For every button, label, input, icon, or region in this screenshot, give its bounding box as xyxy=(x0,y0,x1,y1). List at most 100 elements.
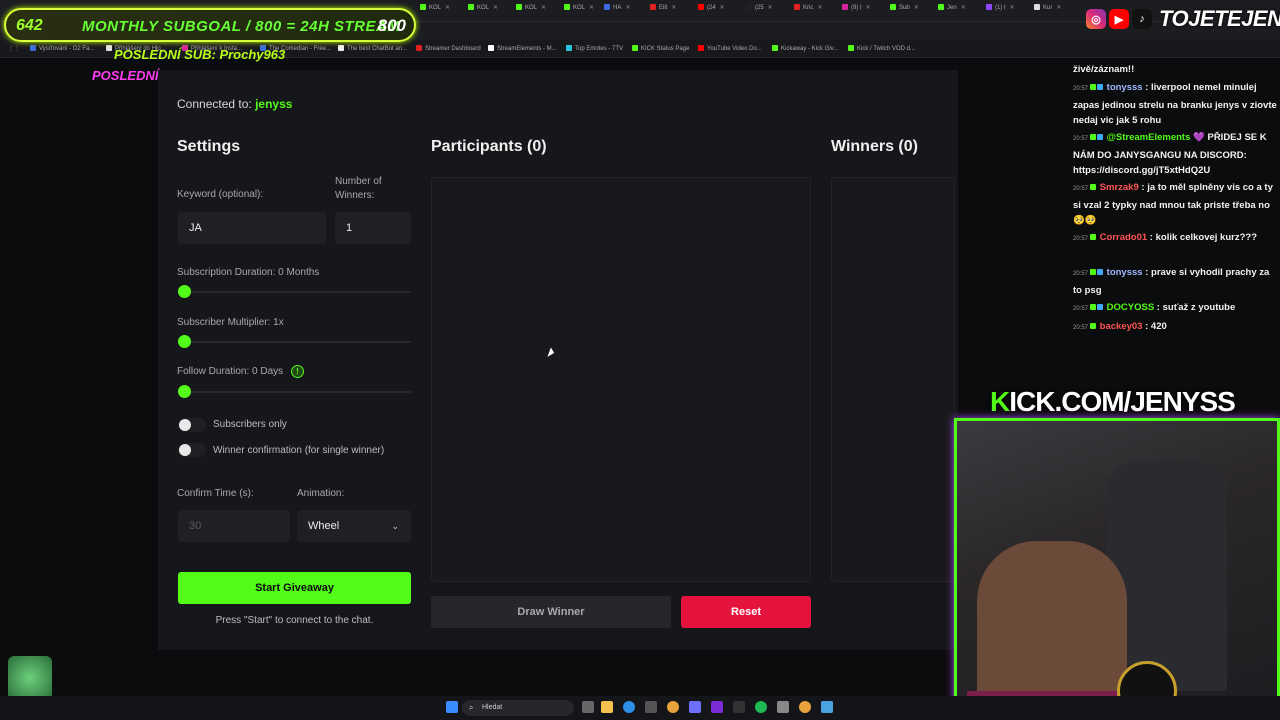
browser-tab-active[interactable]: Kur ✕ xyxy=(1034,4,1061,18)
chat-message: 20:57 Smrzak9 : ja to měl splněny vis co… xyxy=(1073,182,1273,226)
animation-select[interactable]: Wheel ⌄ xyxy=(297,510,411,542)
chat-message: 20:57 tonysss : liverpool nemel minulej … xyxy=(1073,82,1277,126)
kick-url-k: K xyxy=(990,386,1010,417)
chat-username: Corrado01 xyxy=(1099,232,1148,243)
browser-tab[interactable]: (1) I ✕ xyxy=(986,4,1015,18)
browser-tab[interactable]: Jen ✕ xyxy=(938,4,966,18)
desktop-widget-icon[interactable] xyxy=(8,656,52,700)
bookmark-icon xyxy=(30,45,36,51)
taskbar: ⌕ Hledat xyxy=(0,696,1280,720)
app-icon[interactable] xyxy=(689,701,701,713)
taskbar-search[interactable]: ⌕ Hledat xyxy=(462,700,574,716)
subscriber-multiplier-slider[interactable] xyxy=(178,341,411,343)
settings-title: Settings xyxy=(177,138,241,155)
chat-text: liverpool nemel minulej zapas jedinou st… xyxy=(1073,82,1277,126)
task-view-icon[interactable] xyxy=(582,701,594,713)
browser-tab[interactable]: (25 ✕ xyxy=(746,4,773,18)
app-icon[interactable] xyxy=(733,701,745,713)
chevron-down-icon: ⌄ xyxy=(391,521,399,531)
tab-favicon-icon xyxy=(890,4,896,10)
close-icon[interactable]: ✕ xyxy=(541,5,546,11)
slider-handle[interactable] xyxy=(178,385,191,398)
bookmark[interactable]: Streamer Dashboard xyxy=(416,45,481,52)
keyword-input[interactable]: JA xyxy=(178,212,326,244)
chrome-icon[interactable] xyxy=(667,701,679,713)
reset-button[interactable]: Reset xyxy=(681,596,811,628)
bookmark-label: Kickaway - Kick Giv... xyxy=(781,46,839,52)
winner-confirmation-toggle[interactable] xyxy=(178,443,206,457)
close-icon[interactable]: ✕ xyxy=(589,5,594,11)
subscribers-only-toggle[interactable] xyxy=(178,418,206,432)
animation-selected: Wheel xyxy=(308,520,340,532)
bookmark[interactable]: Top Emotes - 7TV xyxy=(566,45,623,52)
browser-tab[interactable]: (24 ✕ xyxy=(698,4,725,18)
sub-badge-icon xyxy=(1097,269,1104,275)
tab-favicon-icon xyxy=(604,4,610,10)
browser-tab[interactable]: (9) I ✕ xyxy=(842,4,871,18)
close-icon[interactable]: ✕ xyxy=(768,5,773,11)
browser-tab[interactable]: KOL ✕ xyxy=(420,4,450,18)
start-icon[interactable] xyxy=(446,701,458,713)
browser-tab[interactable]: Sub ✕ xyxy=(890,4,919,18)
draw-winner-button[interactable]: Draw Winner xyxy=(431,596,671,628)
browser-tab[interactable]: KOL ✕ xyxy=(516,4,546,18)
follow-duration-slider[interactable] xyxy=(178,391,411,393)
close-icon[interactable]: ✕ xyxy=(866,5,871,11)
app-icon[interactable] xyxy=(777,701,789,713)
edge-icon[interactable] xyxy=(623,701,635,713)
close-icon[interactable]: ✕ xyxy=(625,5,630,11)
chat-time: 20:57 xyxy=(1073,236,1089,242)
social-overlay: ◎ ▶ ♪ TOJETEJENYS xyxy=(1086,6,1280,32)
tab-label: KOL xyxy=(429,5,442,11)
browser-tab[interactable]: KOL ✕ xyxy=(564,4,594,18)
close-icon[interactable]: ✕ xyxy=(914,5,919,11)
chat-message: 20:57 backey03 : 420 xyxy=(1073,321,1167,332)
chrome-icon[interactable] xyxy=(799,701,811,713)
bookmark-label: YouTube Video Do... xyxy=(707,46,762,52)
bookmark-icon xyxy=(416,45,422,51)
slider-handle[interactable] xyxy=(178,285,191,298)
tab-label: (25 xyxy=(755,5,764,11)
bookmark[interactable]: StreamElements - M... xyxy=(488,45,557,52)
bookmark[interactable]: YouTube Video Do... xyxy=(698,45,762,52)
bookmark[interactable]: Vysíťování - O2 Fa... xyxy=(30,45,94,52)
apps-icon[interactable]: ⋮⋮ xyxy=(8,45,20,52)
bookmark[interactable]: The best ChatBot an... xyxy=(338,45,407,52)
close-icon[interactable]: ✕ xyxy=(445,5,450,11)
store-icon[interactable] xyxy=(645,701,657,713)
tab-favicon-icon xyxy=(698,4,704,10)
tab-label: (9) I xyxy=(851,5,862,11)
browser-tab[interactable]: HA ✕ xyxy=(604,4,630,18)
subscribers-only-label: Subscribers only xyxy=(213,419,287,430)
winners-count-label: Number of Winners: xyxy=(335,176,382,201)
slider-handle[interactable] xyxy=(178,335,191,348)
app-icon[interactable] xyxy=(821,701,833,713)
bookmark[interactable]: Kickaway - Kick Giv... xyxy=(772,45,838,52)
file-explorer-icon[interactable] xyxy=(601,701,613,713)
start-giveaway-button[interactable]: Start Giveaway xyxy=(178,572,411,604)
close-icon[interactable]: ✕ xyxy=(961,5,966,11)
start-hint: Press "Start" to connect to the chat. xyxy=(215,615,374,626)
winners-count-input[interactable]: 1 xyxy=(335,212,411,244)
browser-tab[interactable]: Kric ✕ xyxy=(794,4,822,18)
tab-label: Kric xyxy=(803,5,814,11)
browser-tab[interactable]: KOL ✕ xyxy=(468,4,498,18)
close-icon[interactable]: ✕ xyxy=(671,5,676,11)
tiktok-icon: ♪ xyxy=(1132,9,1152,29)
chat-username: tonysss xyxy=(1106,267,1143,278)
bookmark[interactable]: Kick / Twitch VOD d... xyxy=(848,45,915,52)
info-icon[interactable]: ! xyxy=(291,365,304,378)
tab-label: Elit xyxy=(659,5,668,11)
close-icon[interactable]: ✕ xyxy=(1010,5,1015,11)
browser-tab[interactable]: Elit ✕ xyxy=(650,4,676,18)
app-icon[interactable] xyxy=(711,701,723,713)
close-icon[interactable]: ✕ xyxy=(493,5,498,11)
subscription-duration-slider[interactable] xyxy=(178,291,411,293)
confirm-time-input[interactable]: 30 xyxy=(178,510,290,542)
spotify-icon[interactable] xyxy=(755,701,767,713)
close-icon[interactable]: ✕ xyxy=(1056,5,1061,11)
close-icon[interactable]: ✕ xyxy=(720,5,725,11)
close-icon[interactable]: ✕ xyxy=(817,5,822,11)
bookmark[interactable]: KICK Status Page xyxy=(632,45,689,52)
tab-favicon-icon xyxy=(746,4,752,10)
